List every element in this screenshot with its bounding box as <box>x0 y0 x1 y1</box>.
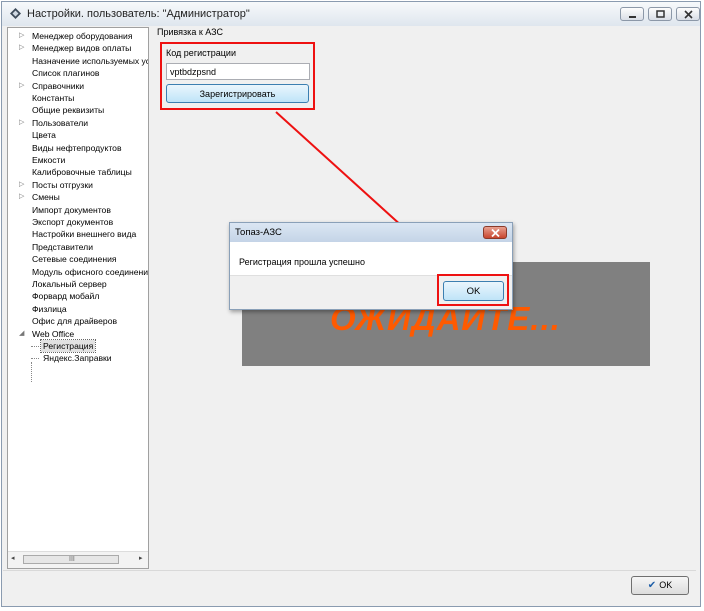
close-icon <box>491 229 500 237</box>
bottom-bar <box>3 570 696 606</box>
main-ok-button[interactable]: ✔ OK <box>631 576 689 595</box>
main-ok-label: OK <box>659 580 673 590</box>
dialog-message: Регистрация прошла успешно <box>239 257 365 267</box>
check-icon: ✔ <box>647 580 657 591</box>
dialog-title: Топаз-АЗС <box>235 227 282 238</box>
dialog-ok-button[interactable]: OK <box>443 281 504 301</box>
dialog-close-button[interactable] <box>483 226 507 239</box>
dialog-titlebar: Топаз-АЗС <box>230 223 512 242</box>
